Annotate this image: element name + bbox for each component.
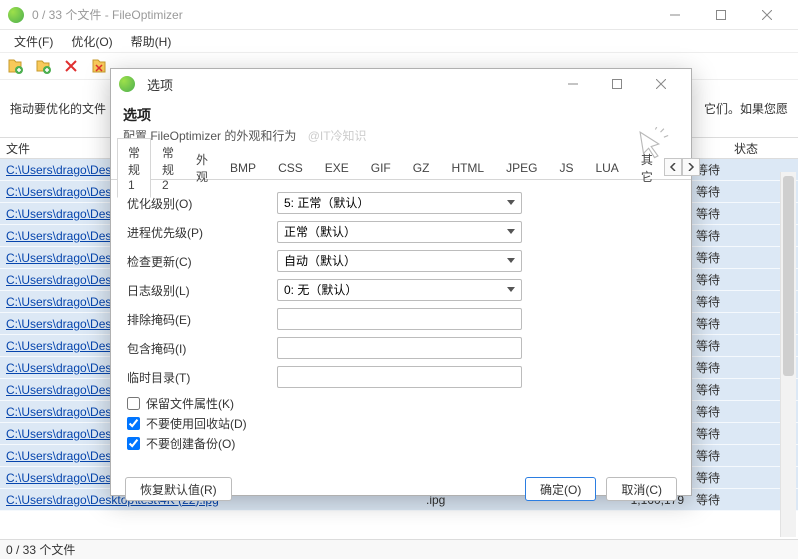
statusbar: 0 / 33 个文件 <box>0 539 798 559</box>
label-temp-dir: 临时目录(T) <box>127 369 277 386</box>
tab-lua[interactable]: LUA <box>584 155 629 180</box>
restore-defaults-button[interactable]: 恢复默认值(R) <box>125 477 232 501</box>
tab-常规-2[interactable]: 常规 2 <box>151 138 185 197</box>
scrollbar-thumb[interactable] <box>783 176 794 376</box>
dialog-title: 选项 <box>143 75 551 94</box>
tab-html[interactable]: HTML <box>440 155 495 180</box>
menubar: 文件(F) 优化(O) 帮助(H) <box>0 30 798 52</box>
dialog-close-button[interactable] <box>639 69 683 99</box>
tab-exe[interactable]: EXE <box>314 155 360 180</box>
drop-hint-text: 拖动要优化的文件 <box>10 100 106 117</box>
dialog-app-icon <box>119 76 135 92</box>
tab-gz[interactable]: GZ <box>402 155 441 180</box>
clear-icon[interactable] <box>90 57 108 75</box>
cancel-button[interactable]: 取消(C) <box>606 477 677 501</box>
label-no-backup[interactable]: 不要创建备份(O) <box>146 435 235 452</box>
tab-其它[interactable]: 其它 <box>630 145 664 190</box>
dialog-form: 优化级别(O) 5: 正常（默认） 进程优先级(P) 正常（默认） 检查更新(C… <box>111 180 691 467</box>
select-check-update[interactable]: 自动（默认） <box>277 250 522 272</box>
label-log-level: 日志级别(L) <box>127 282 277 299</box>
label-no-recycle[interactable]: 不要使用回收站(D) <box>146 415 247 432</box>
menu-optimize[interactable]: 优化(O) <box>63 30 120 53</box>
menu-file[interactable]: 文件(F) <box>6 30 61 53</box>
dialog-titlebar: 选项 <box>111 69 691 99</box>
dialog-minimize-button[interactable] <box>551 69 595 99</box>
watermark: @IT冷知识 <box>308 129 367 143</box>
label-include-mask: 包含掩码(I) <box>127 340 277 357</box>
main-titlebar: 0 / 33 个文件 - FileOptimizer <box>0 0 798 30</box>
tab-外观[interactable]: 外观 <box>185 145 219 190</box>
label-priority: 进程优先级(P) <box>127 224 277 241</box>
close-button[interactable] <box>744 0 790 30</box>
dialog-heading: 选项 <box>123 105 679 125</box>
tab-常规-1[interactable]: 常规 1 <box>117 138 151 198</box>
select-log-level[interactable]: 0: 无（默认） <box>277 279 522 301</box>
input-temp-dir[interactable] <box>277 366 522 388</box>
ok-button[interactable]: 确定(O) <box>525 477 596 501</box>
add-file-icon[interactable] <box>6 57 24 75</box>
app-icon <box>8 7 24 23</box>
dialog-maximize-button[interactable] <box>595 69 639 99</box>
menu-help[interactable]: 帮助(H) <box>123 30 180 53</box>
dialog-footer: 恢复默认值(R) 确定(O) 取消(C) <box>111 467 691 515</box>
tab-scroll-right[interactable] <box>682 158 700 176</box>
col-header-status[interactable]: 状态 <box>728 137 798 160</box>
maximize-button[interactable] <box>698 0 744 30</box>
dialog-subtitle: 配置 FileOptimizer 的外观和行为 @IT冷知识 <box>123 127 679 144</box>
input-include-mask[interactable] <box>277 337 522 359</box>
checkbox-no-backup[interactable] <box>127 437 140 450</box>
tab-js[interactable]: JS <box>548 155 584 180</box>
tab-css[interactable]: CSS <box>267 155 314 180</box>
remove-icon[interactable] <box>62 57 80 75</box>
input-exclude-mask[interactable] <box>277 308 522 330</box>
tab-jpeg[interactable]: JPEG <box>495 155 548 180</box>
label-exclude-mask: 排除掩码(E) <box>127 311 277 328</box>
minimize-button[interactable] <box>652 0 698 30</box>
drop-hint-right: 它们。如果您愿 <box>704 100 788 117</box>
tab-bmp[interactable]: BMP <box>219 155 267 180</box>
tab-gif[interactable]: GIF <box>360 155 402 180</box>
add-folder-icon[interactable] <box>34 57 52 75</box>
label-keep-attrs[interactable]: 保留文件属性(K) <box>146 395 234 412</box>
vertical-scrollbar[interactable] <box>780 172 796 537</box>
tabs: 常规 1常规 2外观BMPCSSEXEGIFGZHTMLJPEGJSLUA其它 <box>111 154 691 180</box>
checkbox-no-recycle[interactable] <box>127 417 140 430</box>
select-opt-level[interactable]: 5: 正常（默认） <box>277 192 522 214</box>
window-controls <box>652 0 790 30</box>
label-check-update: 检查更新(C) <box>127 253 277 270</box>
window-title: 0 / 33 个文件 - FileOptimizer <box>32 6 652 23</box>
options-dialog: 选项 选项 配置 FileOptimizer 的外观和行为 @IT冷知识 常规 … <box>110 68 692 496</box>
select-priority[interactable]: 正常（默认） <box>277 221 522 243</box>
checkbox-keep-attrs[interactable] <box>127 397 140 410</box>
status-text: 0 / 33 个文件 <box>6 541 75 558</box>
